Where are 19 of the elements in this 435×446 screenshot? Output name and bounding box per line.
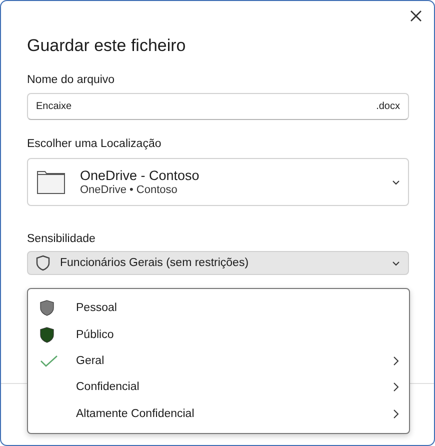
location-path: OneDrive • Contoso: [80, 184, 178, 196]
menu-item[interactable]: Geral: [28, 348, 409, 374]
folder-icon: [37, 170, 65, 194]
shield-icon: [36, 255, 50, 271]
chevron-down-icon: [392, 180, 400, 184]
file-name-field[interactable]: Encaixe .docx: [27, 93, 409, 120]
menu-item[interactable]: Confidencial: [28, 374, 409, 400]
location-name: OneDrive - Contoso: [80, 168, 200, 183]
menu-item[interactable]: Público: [28, 322, 409, 348]
menu-item[interactable]: Altamente Confidencial: [28, 400, 409, 427]
chevron-down-icon: [392, 260, 400, 266]
field-label: Nome do arquivo: [27, 74, 116, 86]
menu-item[interactable]: Pessoal: [28, 295, 409, 322]
close-icon: [410, 10, 422, 22]
field-label: Escolher uma Localização: [27, 138, 162, 150]
dialog-title: Guardar este ficheiro: [27, 36, 187, 56]
field-label: Sensibilidade: [27, 233, 96, 245]
location-picker[interactable]: OneDrive - Contoso OneDrive • Contoso: [27, 158, 409, 206]
sensitivity-dropdown[interactable]: Funcionários Gerais (sem restrições): [27, 251, 409, 275]
